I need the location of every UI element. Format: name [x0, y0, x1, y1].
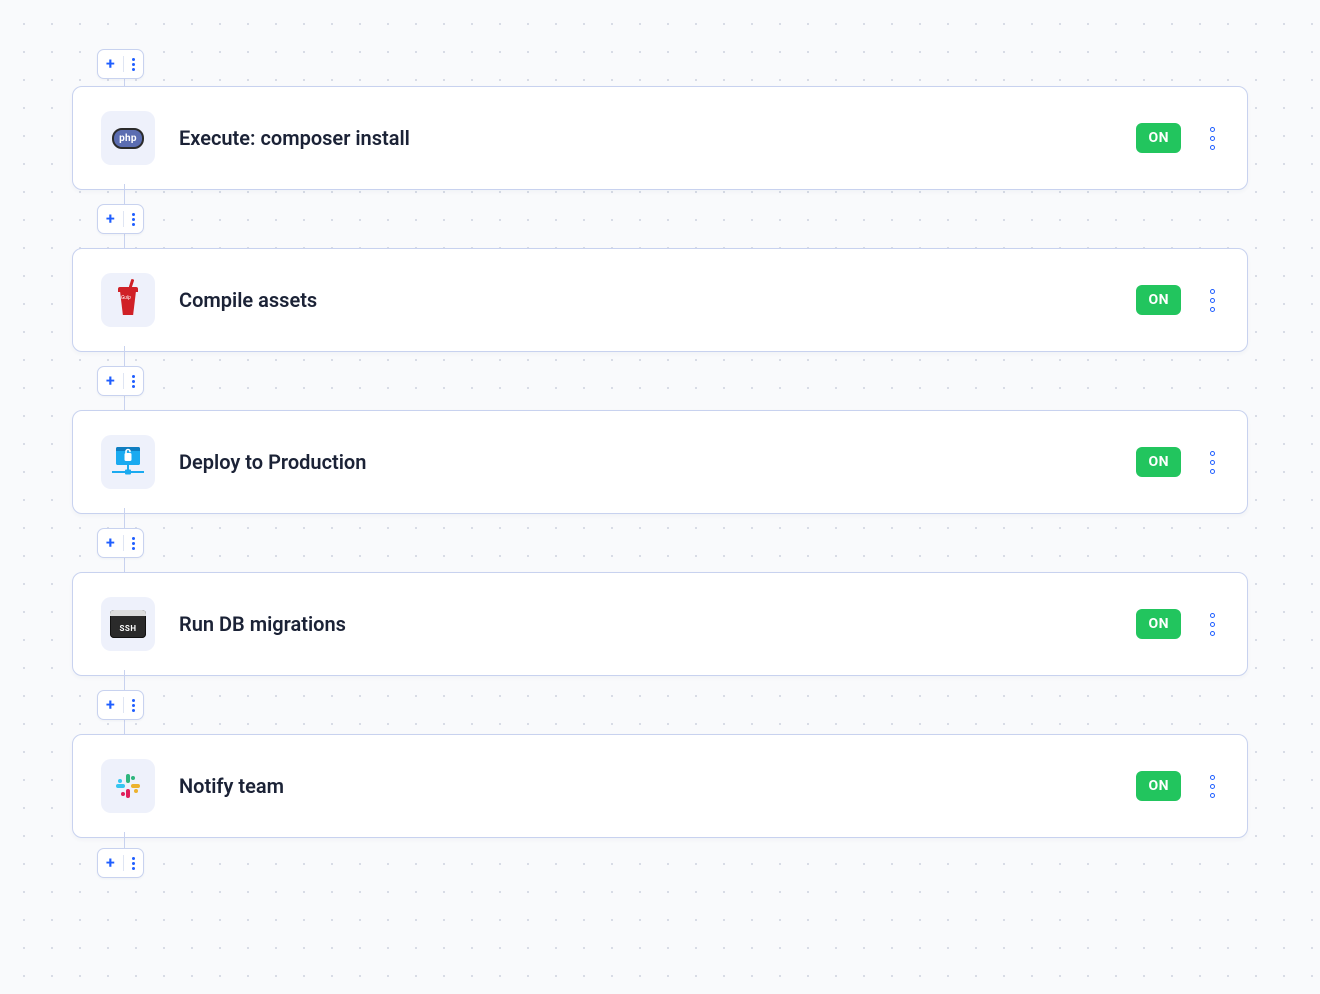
- pipeline-gap: +: [72, 352, 1248, 410]
- slack-icon: [101, 759, 155, 813]
- more-icon[interactable]: [132, 537, 135, 550]
- drag-handle-icon[interactable]: [1205, 289, 1219, 312]
- pipeline-gap: +: [72, 190, 1248, 248]
- pipeline-gap: +: [72, 42, 1248, 86]
- step-title: Run DB migrations: [179, 612, 1136, 636]
- more-icon[interactable]: [132, 375, 135, 388]
- add-step-button[interactable]: +: [97, 204, 144, 234]
- add-step-button[interactable]: +: [97, 49, 144, 79]
- pipeline: + php Execute: composer install ON + Gul…: [0, 0, 1320, 928]
- more-icon[interactable]: [132, 857, 135, 870]
- status-badge[interactable]: ON: [1136, 447, 1181, 477]
- add-step-button[interactable]: +: [97, 690, 144, 720]
- add-step-button[interactable]: +: [97, 528, 144, 558]
- pipeline-gap: +: [72, 838, 1248, 888]
- ssh-icon: SSH: [101, 597, 155, 651]
- step-title: Notify team: [179, 774, 1136, 798]
- plus-icon: +: [106, 535, 115, 551]
- add-step-button[interactable]: +: [97, 366, 144, 396]
- pipeline-gap: +: [72, 514, 1248, 572]
- status-badge[interactable]: ON: [1136, 771, 1181, 801]
- more-icon[interactable]: [132, 699, 135, 712]
- plus-icon: +: [106, 373, 115, 389]
- status-badge[interactable]: ON: [1136, 609, 1181, 639]
- more-icon[interactable]: [132, 213, 135, 226]
- plus-icon: +: [106, 56, 115, 72]
- drag-handle-icon[interactable]: [1205, 613, 1219, 636]
- step-title: Deploy to Production: [179, 450, 1136, 474]
- status-badge[interactable]: ON: [1136, 123, 1181, 153]
- separator: [123, 56, 124, 72]
- php-icon: php: [101, 111, 155, 165]
- pipeline-step-composer[interactable]: php Execute: composer install ON: [72, 86, 1248, 190]
- plus-icon: +: [106, 697, 115, 713]
- plus-icon: +: [106, 211, 115, 227]
- separator: [123, 697, 124, 713]
- pipeline-step-deploy[interactable]: Deploy to Production ON: [72, 410, 1248, 514]
- add-step-button[interactable]: +: [97, 848, 144, 878]
- separator: [123, 855, 124, 871]
- separator: [123, 211, 124, 227]
- plus-icon: +: [106, 855, 115, 871]
- separator: [123, 373, 124, 389]
- step-title: Execute: composer install: [179, 126, 1136, 150]
- drag-handle-icon[interactable]: [1205, 127, 1219, 150]
- step-title: Compile assets: [179, 288, 1136, 312]
- separator: [123, 535, 124, 551]
- gulp-icon: Gulp: [101, 273, 155, 327]
- pipeline-step-assets[interactable]: Gulp Compile assets ON: [72, 248, 1248, 352]
- pipeline-gap: +: [72, 676, 1248, 734]
- more-icon[interactable]: [132, 58, 135, 71]
- status-badge[interactable]: ON: [1136, 285, 1181, 315]
- deploy-icon: [101, 435, 155, 489]
- drag-handle-icon[interactable]: [1205, 775, 1219, 798]
- drag-handle-icon[interactable]: [1205, 451, 1219, 474]
- pipeline-step-migrate[interactable]: SSH Run DB migrations ON: [72, 572, 1248, 676]
- pipeline-step-notify[interactable]: Notify team ON: [72, 734, 1248, 838]
